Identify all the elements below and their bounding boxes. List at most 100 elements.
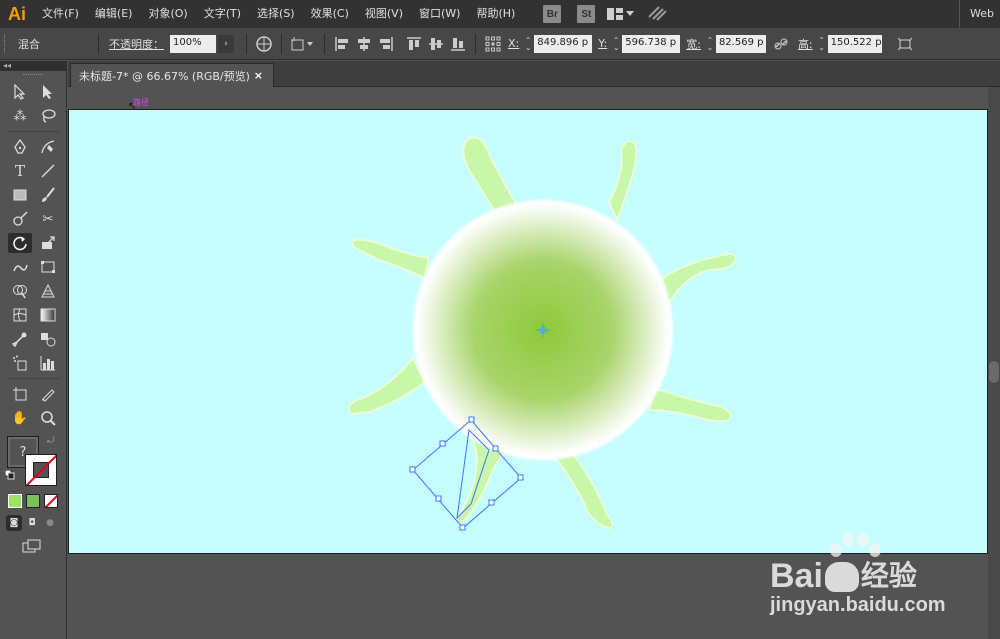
menu-file[interactable]: 文件(F) <box>34 0 87 28</box>
change-screen-mode-icon[interactable] <box>22 539 42 553</box>
ray-lower-left <box>348 356 427 416</box>
y-input[interactable]: 596.738 p <box>622 34 681 53</box>
type-tool-icon[interactable]: T <box>8 161 32 181</box>
fill-stroke-controls: ? ⤾ <box>4 436 66 488</box>
document-tab[interactable]: 未标题-7* @ 66.67% (RGB/预览) × <box>70 63 274 87</box>
divider <box>475 33 476 54</box>
paintbrush-tool-icon[interactable] <box>36 185 60 205</box>
baidu-jingyan-watermark: Bai 经验 jingyan.baidu.com <box>770 530 990 625</box>
eyedropper-tool-icon[interactable] <box>8 329 32 349</box>
shape-builder-tool-icon[interactable] <box>8 281 32 301</box>
watermark-du-icon <box>824 562 859 592</box>
x-input[interactable]: 849.896 p <box>534 34 593 53</box>
rotate-tool-icon[interactable] <box>8 233 32 253</box>
transform-each-icon[interactable] <box>896 35 914 53</box>
artboard[interactable] <box>68 109 988 554</box>
free-transform-tool-icon[interactable] <box>36 257 60 277</box>
opacity-expand-button[interactable]: › <box>218 34 234 53</box>
align-right-icon[interactable] <box>377 35 395 53</box>
gradient-tool-icon[interactable] <box>36 305 60 325</box>
align-top-icon[interactable] <box>405 35 423 53</box>
opacity-input[interactable]: 100% <box>170 34 216 53</box>
height-label[interactable]: 高: <box>798 36 813 52</box>
column-graph-tool-icon[interactable] <box>36 353 60 373</box>
draw-behind-icon[interactable]: ◘ <box>24 515 40 531</box>
ray-left <box>351 238 431 280</box>
lasso-tool-icon[interactable] <box>36 106 60 126</box>
menu-type[interactable]: 文字(T) <box>196 0 249 28</box>
menu-effect[interactable]: 效果(C) <box>303 0 357 28</box>
warp-tool-icon[interactable] <box>8 257 32 277</box>
rectangle-tool-icon[interactable] <box>8 185 32 205</box>
tools-panel-collapse[interactable]: ◂◂ <box>0 61 66 71</box>
mode-label: 混合 <box>18 37 40 51</box>
stroke-swatch[interactable] <box>25 454 57 486</box>
gpu-performance-icon[interactable] <box>647 5 669 24</box>
menu-help[interactable]: 帮助(H) <box>468 0 523 28</box>
magic-wand-tool-icon[interactable]: ⁂ <box>8 106 32 126</box>
hand-tool-icon[interactable]: ✋ <box>8 408 32 428</box>
scale-tool-icon[interactable] <box>36 233 60 253</box>
slice-tool-icon[interactable] <box>36 384 60 404</box>
opacity-label[interactable]: 不透明度： <box>109 36 164 52</box>
illustrator-logo[interactable]: Ai <box>0 4 34 25</box>
bridge-button[interactable]: Br <box>543 5 562 23</box>
reference-point-icon[interactable] <box>484 35 502 53</box>
zoom-tool-icon[interactable] <box>36 408 60 428</box>
watermark-url: jingyan.baidu.com <box>770 594 946 616</box>
tools-panel: ◂◂ ⁂ T ✂ ✋ ? ⤾ ◙ ◘ ● <box>0 61 67 639</box>
symbol-sprayer-tool-icon[interactable] <box>8 353 32 373</box>
draw-normal-icon[interactable]: ◙ <box>6 515 22 531</box>
menu-edit[interactable]: 编辑(E) <box>87 0 141 28</box>
menu-select[interactable]: 选择(S) <box>249 0 303 28</box>
curvature-tool-icon[interactable] <box>36 137 60 157</box>
scroll-thumb[interactable] <box>989 361 999 383</box>
menu-window[interactable]: 窗口(W) <box>411 0 468 28</box>
x-stepper[interactable]: ⌃ ⌄ <box>522 35 534 53</box>
height-input[interactable]: 150.522 p <box>827 34 882 53</box>
width-input[interactable]: 82.569 p <box>715 34 766 53</box>
control-bar: 混合 不透明度： 100% › X: ⌃ ⌄ 849.896 p Y: ⌃ ⌄ 59… <box>0 28 1000 60</box>
perspective-grid-tool-icon[interactable] <box>36 281 60 301</box>
swap-fill-stroke-icon[interactable]: ⤾ <box>47 436 55 446</box>
shaper-tool-icon[interactable] <box>8 209 32 229</box>
pen-tool-icon[interactable] <box>8 137 32 157</box>
align-center-icon[interactable] <box>355 35 373 53</box>
constrain-proportions-icon[interactable] <box>772 35 790 53</box>
direct-selection-tool-icon[interactable] <box>36 82 60 102</box>
default-fill-stroke-icon[interactable] <box>4 469 15 480</box>
x-label[interactable]: X: <box>508 37 519 50</box>
menu-object[interactable]: 对象(O) <box>140 0 195 28</box>
blend-tool-icon[interactable] <box>36 329 60 349</box>
control-grip <box>4 34 8 53</box>
none-mode-button[interactable] <box>44 494 58 508</box>
selection-tool-icon[interactable] <box>8 82 32 102</box>
width-stepper[interactable]: ⌃ ⌄ <box>704 35 716 53</box>
workspace-switcher[interactable]: Web <box>959 0 1000 28</box>
draw-inside-icon[interactable]: ● <box>42 515 58 531</box>
artboard-tool-icon[interactable] <box>8 384 32 404</box>
transform-anchor-icon[interactable] <box>290 35 316 53</box>
ray-right <box>657 253 737 314</box>
document-tab-title: 未标题-7* @ 66.67% (RGB/预览) <box>79 69 250 83</box>
recolor-artwork-icon[interactable] <box>255 35 273 53</box>
line-segment-tool-icon[interactable] <box>36 161 60 181</box>
mesh-tool-icon[interactable] <box>8 305 32 325</box>
align-middle-icon[interactable] <box>427 35 445 53</box>
sun-artwork[interactable] <box>69 110 989 555</box>
height-stepper[interactable]: ⌃ ⌄ <box>816 35 828 53</box>
align-left-icon[interactable] <box>333 35 351 53</box>
y-stepper[interactable]: ⌃ ⌄ <box>610 35 622 53</box>
gradient-mode-button[interactable] <box>26 494 40 508</box>
ray-top-right <box>607 140 638 223</box>
scissors-tool-icon[interactable]: ✂ <box>36 209 60 229</box>
menu-view[interactable]: 视图(V) <box>357 0 411 28</box>
arrange-documents-icon[interactable] <box>607 8 637 20</box>
align-bottom-icon[interactable] <box>449 35 467 53</box>
tools-panel-grip[interactable] <box>23 74 43 77</box>
stock-button[interactable]: St <box>577 5 596 23</box>
width-label[interactable]: 宽: <box>686 36 701 52</box>
close-tab-icon[interactable]: × <box>254 69 263 82</box>
color-mode-button[interactable] <box>8 494 22 508</box>
y-label[interactable]: Y: <box>598 37 607 50</box>
